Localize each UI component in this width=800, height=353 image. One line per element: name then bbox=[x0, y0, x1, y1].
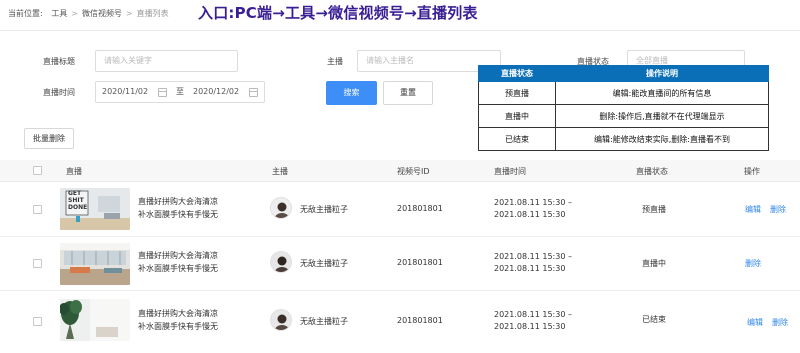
status-table-header-status: 直播状态 bbox=[478, 65, 556, 82]
search-button[interactable]: 搜索 bbox=[326, 81, 377, 105]
edit-link[interactable]: 编辑 bbox=[745, 204, 761, 215]
cover-text: GET bbox=[68, 190, 82, 197]
live-time-end: 2021.08.11 15:30 bbox=[494, 264, 566, 273]
cover-text: DONE bbox=[68, 204, 88, 211]
column-header-actions: 操作 bbox=[744, 167, 760, 176]
live-time-start: 2021.08.11 15:30 – bbox=[494, 310, 572, 319]
filter-title-label: 直播标题 bbox=[43, 57, 75, 66]
live-time-start: 2021.08.11 15:30 – bbox=[494, 252, 572, 261]
status-explanation-table: 直播状态 操作说明 预直播 编辑:能改直播间的所有信息 直播中 删除:操作后,直… bbox=[478, 65, 769, 151]
status-table-status: 直播中 bbox=[478, 104, 556, 128]
status-table-desc: 删除:操作后,直播就不在代理端显示 bbox=[555, 104, 769, 128]
host-name: 无敌主播粒子 bbox=[300, 317, 348, 326]
live-title-line: 补水面膜手快有手慢无 bbox=[138, 264, 218, 273]
live-time-end: 2021.08.11 15:30 bbox=[494, 322, 566, 331]
cover-text: SHIT bbox=[68, 197, 84, 204]
live-title-line: 补水面膜手快有手慢无 bbox=[138, 210, 218, 219]
live-time: 2021.08.11 15:30 – 2021.08.11 15:30 bbox=[494, 309, 572, 333]
live-title-line: 直播好拼购大会海清凉 bbox=[138, 309, 218, 318]
delete-link[interactable]: 删除 bbox=[745, 258, 761, 269]
live-time-end: 2021.08.11 15:30 bbox=[494, 210, 566, 219]
table-header: 直播 主播 视频号ID 直播时间 直播状态 操作 bbox=[0, 160, 800, 182]
delete-link[interactable]: 删除 bbox=[772, 317, 788, 328]
breadcrumb-item-tools[interactable]: 工具 bbox=[51, 9, 67, 18]
live-title: 直播好拼购大会海清凉 补水面膜手快有手慢无 bbox=[138, 195, 238, 221]
filter-host-label: 主播 bbox=[327, 57, 343, 66]
column-header-status: 直播状态 bbox=[636, 167, 668, 176]
table-row: 直播好拼购大会海清凉 补水面膜手快有手慢无 无敌主播粒子 201801801 2… bbox=[0, 237, 800, 291]
host-name: 无敌主播粒子 bbox=[300, 205, 348, 214]
breadcrumb-item-wechat-channels[interactable]: 微信视频号 bbox=[82, 9, 122, 18]
avatar bbox=[270, 251, 292, 273]
date-range-separator: 至 bbox=[176, 87, 184, 96]
status-select-value: 全部直播 bbox=[636, 56, 668, 65]
select-all-checkbox[interactable] bbox=[33, 166, 42, 175]
breadcrumb-separator: > bbox=[125, 9, 133, 18]
breadcrumb: 当前位置: 工具 > 微信视频号 > 直播列表 bbox=[8, 8, 169, 19]
live-time-start: 2021.08.11 15:30 – bbox=[494, 198, 572, 207]
row-checkbox[interactable] bbox=[33, 259, 42, 268]
calendar-icon bbox=[158, 88, 167, 97]
delete-link[interactable]: 删除 bbox=[770, 204, 786, 215]
live-title: 直播好拼购大会海清凉 补水面膜手快有手慢无 bbox=[138, 307, 238, 333]
column-header-live: 直播 bbox=[66, 167, 82, 176]
status-table-desc: 编辑:能改直播间的所有信息 bbox=[555, 81, 769, 105]
batch-delete-button[interactable]: 批量删除 bbox=[24, 128, 74, 149]
status-text: 预直播 bbox=[642, 205, 666, 214]
date-range-picker[interactable]: 2020/11/02 至 2020/12/02 bbox=[95, 81, 265, 103]
avatar bbox=[270, 197, 292, 219]
title-search-input[interactable]: 请输入关键字 bbox=[95, 50, 238, 72]
table-row: GET SHIT DONE 直播好拼购大会海清凉 补水面膜手快有手慢无 无敌主播… bbox=[0, 183, 800, 237]
breadcrumb-separator: > bbox=[71, 9, 78, 18]
breadcrumb-prefix: 当前位置: bbox=[8, 9, 43, 18]
video-id: 201801801 bbox=[397, 204, 443, 213]
live-cover-image bbox=[60, 243, 130, 285]
filter-time-label: 直播时间 bbox=[43, 88, 75, 97]
date-end-value: 2020/12/02 bbox=[193, 87, 240, 96]
divider bbox=[0, 30, 800, 31]
breadcrumb-item-live-list: 直播列表 bbox=[136, 9, 169, 18]
host-name: 无敌主播粒子 bbox=[300, 259, 348, 268]
live-title-line: 直播好拼购大会海清凉 bbox=[138, 197, 218, 206]
entry-annotation-title: 入口:PC端→工具→微信视频号→直播列表 bbox=[198, 4, 478, 22]
live-cover-image: GET SHIT DONE bbox=[60, 188, 130, 230]
row-checkbox[interactable] bbox=[33, 205, 42, 214]
calendar-icon bbox=[249, 88, 258, 97]
date-start-value: 2020/11/02 bbox=[102, 87, 149, 96]
live-cover-image bbox=[60, 299, 130, 341]
column-header-video-id: 视频号ID bbox=[397, 167, 430, 176]
live-title-line: 补水面膜手快有手慢无 bbox=[138, 322, 218, 331]
reset-button[interactable]: 重置 bbox=[383, 81, 433, 105]
edit-link[interactable]: 编辑 bbox=[747, 317, 763, 328]
avatar bbox=[270, 309, 292, 331]
status-table-status: 预直播 bbox=[478, 81, 556, 105]
live-cover-art bbox=[60, 299, 130, 341]
table-row: 直播好拼购大会海清凉 补水面膜手快有手慢无 无敌主播粒子 201801801 2… bbox=[0, 291, 800, 353]
status-table-desc: 编辑:能修改结束实际,删除:直播看不到 bbox=[555, 127, 769, 151]
live-cover-art bbox=[60, 243, 130, 285]
status-text: 直播中 bbox=[642, 259, 666, 268]
video-id: 201801801 bbox=[397, 316, 443, 325]
video-id: 201801801 bbox=[397, 258, 443, 267]
status-text: 已结束 bbox=[642, 315, 666, 324]
live-time: 2021.08.11 15:30 – 2021.08.11 15:30 bbox=[494, 197, 572, 221]
live-title: 直播好拼购大会海清凉 补水面膜手快有手慢无 bbox=[138, 249, 238, 275]
column-header-live-time: 直播时间 bbox=[494, 167, 526, 176]
live-title-line: 直播好拼购大会海清凉 bbox=[138, 251, 218, 260]
row-checkbox[interactable] bbox=[33, 317, 42, 326]
status-table-status: 已结束 bbox=[478, 127, 556, 151]
column-header-host: 主播 bbox=[272, 167, 288, 176]
live-time: 2021.08.11 15:30 – 2021.08.11 15:30 bbox=[494, 251, 572, 275]
status-table-header-desc: 操作说明 bbox=[555, 65, 769, 82]
